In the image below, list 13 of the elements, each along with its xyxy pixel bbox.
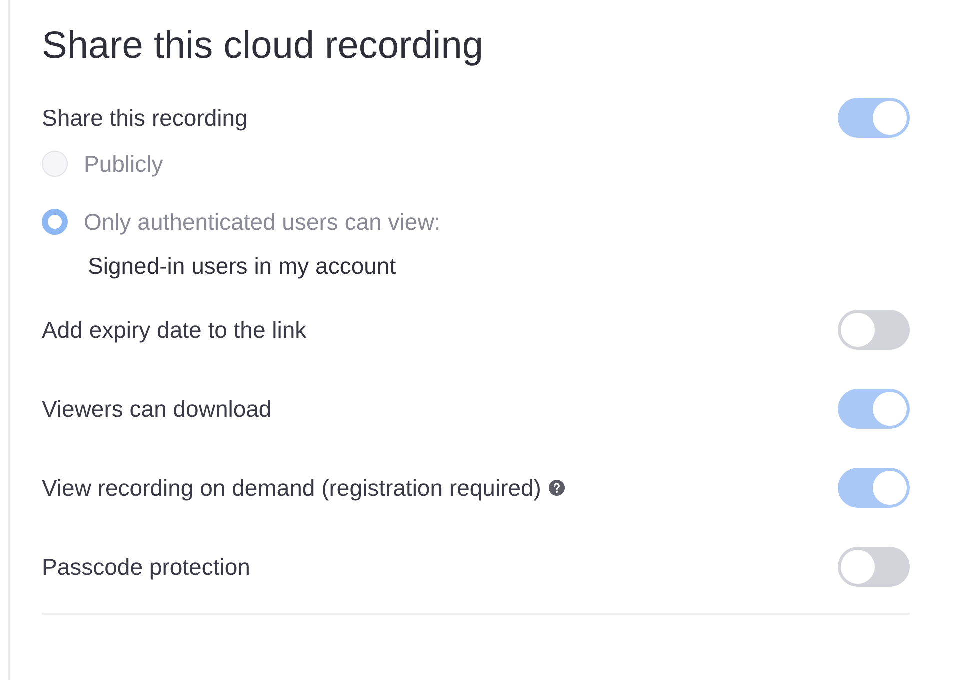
toggle-switch[interactable] xyxy=(838,310,910,350)
toggle-switch[interactable] xyxy=(838,468,910,508)
setting-label: Add expiry date to the link xyxy=(42,316,307,345)
help-icon[interactable] xyxy=(549,480,566,496)
toggle-switch[interactable] xyxy=(838,389,910,429)
setting-label: Viewers can download xyxy=(42,394,272,424)
toggle-switch[interactable] xyxy=(838,547,910,587)
setting-label: View recording on demand (registration required) xyxy=(42,474,542,503)
setting-label: Share this recording xyxy=(42,104,248,133)
toggle-switch[interactable] xyxy=(838,98,910,138)
panel-title: Share this cloud recording xyxy=(42,24,484,69)
setting-label: Passcode protection xyxy=(42,552,250,582)
audience-note: Signed-in users in my account xyxy=(88,252,398,281)
